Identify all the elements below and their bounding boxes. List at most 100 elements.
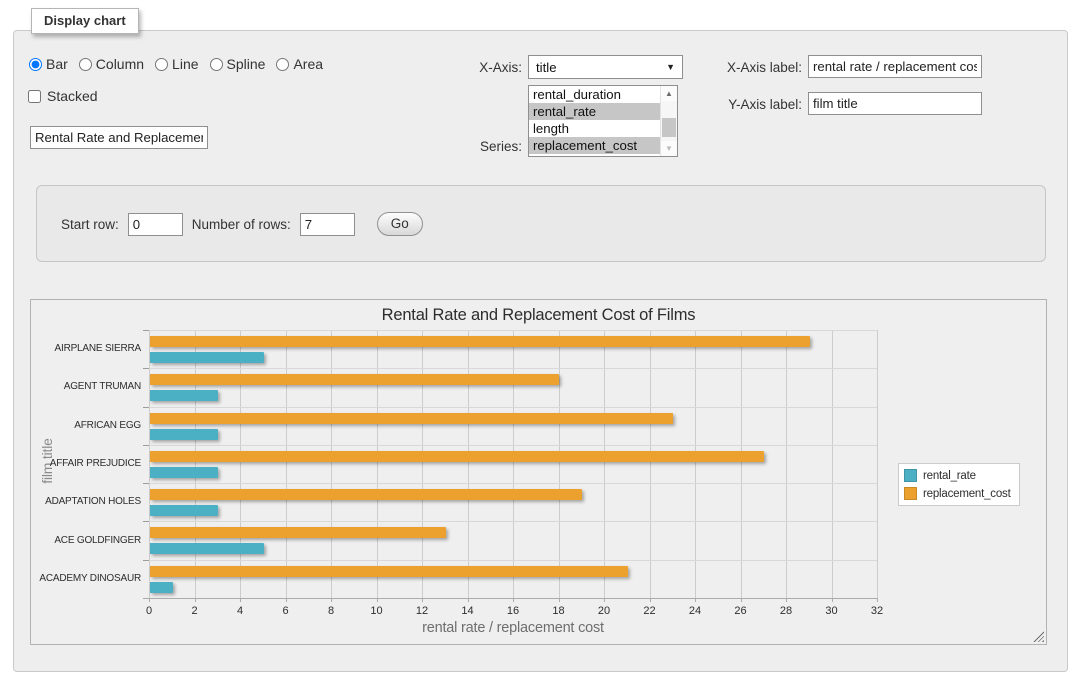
y-axis-label-input[interactable]: [808, 92, 982, 115]
y-tick-mark: [143, 521, 149, 522]
x-tick-label: 22: [635, 605, 665, 617]
x-tick-mark: [877, 598, 878, 602]
chart-type-option-bar[interactable]: Bar: [29, 56, 68, 72]
x-axis-select-label: X-Axis:: [440, 60, 522, 75]
x-tick-label: 4: [225, 605, 255, 617]
gridline-vertical: [286, 330, 287, 598]
gridline-vertical: [650, 330, 651, 598]
gridline-vertical: [695, 330, 696, 598]
category-label: ACE GOLDFINGER: [35, 535, 141, 546]
chart-type-label: Column: [96, 56, 144, 72]
category-label: AIRPLANE SIERRA: [35, 343, 141, 354]
gridline-horizontal: [149, 445, 877, 446]
scrollbar-thumb[interactable]: [662, 118, 676, 137]
x-tick-label: 14: [453, 605, 483, 617]
x-axis-selected-value: title: [536, 60, 557, 75]
number-of-rows-label: Number of rows:: [192, 217, 291, 232]
chart-type-label: Area: [293, 56, 323, 72]
series-scrollbar[interactable]: ▲ ▼: [660, 86, 677, 156]
legend-item-replacement_cost[interactable]: replacement_cost: [904, 487, 1011, 500]
chart-type-radio-4[interactable]: [276, 58, 289, 71]
gridline-vertical: [149, 330, 150, 598]
chart-type-radio-group: Bar Column Line Spline Area: [29, 56, 323, 72]
bar-replacement_cost: [150, 527, 446, 538]
series-option-rental_duration[interactable]: rental_duration: [529, 86, 660, 103]
bar-replacement_cost: [150, 413, 673, 424]
category-label: AFFAIR PREJUDICE: [35, 458, 141, 469]
gridline-vertical: [513, 330, 514, 598]
x-tick-label: 32: [862, 605, 892, 617]
x-axis-label-field-label: X-Axis label:: [700, 60, 802, 75]
bar-rental_rate: [150, 505, 218, 516]
display-chart-panel: Display chart Bar Column Line Spline Are…: [13, 30, 1068, 672]
number-of-rows-input[interactable]: [300, 213, 355, 236]
chart-title-input[interactable]: [30, 126, 208, 149]
x-tick-label: 8: [316, 605, 346, 617]
gridline-vertical: [377, 330, 378, 598]
x-tick-label: 16: [498, 605, 528, 617]
y-axis-label-field-label: Y-Axis label:: [700, 97, 802, 112]
scrollbar-track[interactable]: [661, 101, 677, 141]
chart-type-option-line[interactable]: Line: [155, 56, 198, 72]
y-tick-mark: [143, 483, 149, 484]
category-label: AFRICAN EGG: [35, 420, 141, 431]
y-tick-mark: [143, 330, 149, 331]
x-axis-select[interactable]: title ▼: [528, 55, 683, 79]
series-option-length[interactable]: length: [529, 120, 660, 137]
start-row-input[interactable]: [128, 213, 183, 236]
series-multiselect[interactable]: rental_durationrental_ratelengthreplacem…: [528, 85, 678, 157]
series-option-replacement_cost[interactable]: replacement_cost: [529, 137, 660, 154]
legend-swatch-replacement_cost: [904, 487, 917, 500]
stacked-checkbox-row[interactable]: Stacked: [28, 88, 98, 104]
chart-type-radio-0[interactable]: [29, 58, 42, 71]
chart-container: Rental Rate and Replacement Cost of Film…: [30, 299, 1047, 645]
chart-title: Rental Rate and Replacement Cost of Film…: [31, 306, 1046, 325]
chart-type-radio-1[interactable]: [79, 58, 92, 71]
x-axis-title: rental rate / replacement cost: [149, 620, 877, 636]
series-options: rental_durationrental_ratelengthreplacem…: [529, 86, 660, 156]
row-params-box: Start row: Number of rows: Go: [36, 185, 1046, 262]
bar-replacement_cost: [150, 489, 582, 500]
series-option-rental_rate[interactable]: rental_rate: [529, 103, 660, 120]
chart-type-option-spline[interactable]: Spline: [210, 56, 266, 72]
go-button[interactable]: Go: [377, 212, 423, 236]
bar-replacement_cost: [150, 336, 810, 347]
gridline-horizontal: [149, 521, 877, 522]
gridline-vertical: [422, 330, 423, 598]
x-axis-line: [143, 598, 877, 599]
scroll-down-icon[interactable]: ▼: [661, 141, 677, 156]
chevron-down-icon: ▼: [666, 62, 675, 72]
chart-type-radio-3[interactable]: [210, 58, 223, 71]
gridline-vertical: [468, 330, 469, 598]
gridline-horizontal: [149, 483, 877, 484]
legend-label: rental_rate: [923, 470, 976, 482]
x-tick-label: 26: [726, 605, 756, 617]
y-tick-mark: [143, 368, 149, 369]
x-axis-label-input[interactable]: [808, 55, 982, 78]
gridline-horizontal: [149, 330, 877, 331]
gridline-horizontal: [149, 560, 877, 561]
chart-type-radio-2[interactable]: [155, 58, 168, 71]
gridline-vertical: [559, 330, 560, 598]
chart-type-option-area[interactable]: Area: [276, 56, 323, 72]
gridline-horizontal: [149, 368, 877, 369]
resize-handle-icon[interactable]: [1033, 631, 1044, 642]
y-tick-mark: [143, 407, 149, 408]
category-label: ADAPTATION HOLES: [35, 496, 141, 507]
bar-replacement_cost: [150, 374, 559, 385]
gridline-vertical: [877, 330, 878, 598]
scroll-up-icon[interactable]: ▲: [661, 86, 677, 101]
legend-item-rental_rate[interactable]: rental_rate: [904, 469, 1011, 482]
legend-label: replacement_cost: [923, 488, 1011, 500]
chart-legend: rental_rate replacement_cost: [898, 463, 1020, 506]
gridline-vertical: [195, 330, 196, 598]
start-row-label: Start row:: [61, 217, 119, 232]
stacked-checkbox[interactable]: [28, 90, 41, 103]
y-tick-mark: [143, 560, 149, 561]
gridline-vertical: [604, 330, 605, 598]
plot-area: 02468101214161820222426283032AIRPLANE SI…: [149, 330, 877, 598]
gridline-vertical: [786, 330, 787, 598]
chart-type-option-column[interactable]: Column: [79, 56, 144, 72]
chart-type-label: Line: [172, 56, 198, 72]
category-label: AGENT TRUMAN: [35, 381, 141, 392]
